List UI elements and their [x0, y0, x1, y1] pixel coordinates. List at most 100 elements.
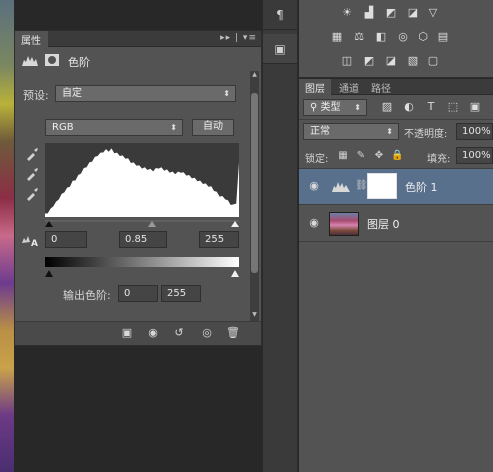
auto-button[interactable]: 自动 [192, 119, 234, 136]
layer-name[interactable]: 图层 0 [367, 216, 400, 232]
dock-group-tools: ▣ [263, 34, 297, 64]
black-point-eyedropper-icon[interactable] [25, 147, 39, 161]
tab-properties[interactable]: 属性 [15, 31, 48, 47]
selective-color-icon[interactable]: ▢ [425, 54, 441, 68]
threshold-icon[interactable]: ◪ [383, 54, 399, 68]
view-previous-state-icon[interactable]: ◉ [145, 326, 161, 340]
paragraph-icon[interactable]: ¶ [271, 6, 289, 24]
fill-field[interactable]: 100% [456, 147, 493, 164]
white-point-eyedropper-icon[interactable] [25, 187, 39, 201]
layer-row-background[interactable]: ◉ 图层 0 [299, 206, 493, 242]
panel-dock: ¶ ▣ [262, 0, 298, 472]
adjustment-title: 色阶 [68, 56, 90, 69]
levels-adjustment-icon[interactable] [21, 53, 39, 67]
lock-image-pixels-icon[interactable]: ✎ [355, 150, 367, 162]
exposure-icon[interactable]: ◪ [405, 6, 421, 20]
layer-row-levels[interactable]: ◉ ⛓ 色阶 1 [299, 169, 493, 205]
photo-filter-icon[interactable]: ◎ [395, 30, 411, 44]
invert-icon[interactable]: ◫ [339, 54, 355, 68]
lock-all-icon[interactable]: 🔒 [391, 150, 403, 162]
layer-mask-icon[interactable] [43, 53, 61, 67]
black-white-icon[interactable]: ◧ [373, 30, 389, 44]
reset-adjustment-icon[interactable]: ↺ [171, 326, 187, 340]
input-levels-slider[interactable] [45, 217, 239, 227]
input-black-field[interactable]: 0 [45, 231, 87, 248]
input-gamma-handle[interactable] [148, 221, 156, 227]
layer-kind-filter[interactable]: ⚲ 类型 ⬍ [303, 99, 367, 116]
output-black-handle[interactable] [45, 270, 53, 277]
properties-panel: 属性 ▸▸ | ▾≡ 色阶 预设: 自定 ⬍ RGB ⬍ 自动 A 0 0.85… [14, 30, 262, 346]
search-icon: ⚲ [310, 102, 321, 113]
blend-mode-value: 正常 [310, 126, 330, 137]
mask-link-icon[interactable]: ⛓ [355, 180, 368, 191]
brightness-contrast-icon[interactable]: ☀ [339, 6, 355, 20]
toggle-visibility-icon[interactable]: ◎ [199, 326, 215, 340]
scroll-up-arrow-icon[interactable]: ▲ [251, 71, 258, 79]
vibrance-icon[interactable]: ▽ [425, 6, 441, 20]
layer-thumbnail-image[interactable] [329, 212, 359, 236]
filter-smart-object-icon[interactable]: ▣ [467, 100, 483, 114]
gray-point-eyedropper-icon[interactable] [25, 167, 39, 181]
preset-label: 预设: [23, 89, 49, 102]
preset-dropdown[interactable]: 自定 ⬍ [55, 85, 236, 102]
fill-label: 填充: [427, 154, 451, 165]
clip-to-layer-icon[interactable]: ▣ [119, 326, 135, 340]
levels-adjustment-icon [331, 179, 351, 193]
kind-filter-value: 类型 [320, 102, 341, 113]
input-black-handle[interactable] [45, 221, 53, 227]
properties-bottom-toolbar: ▣ ◉ ↺ ◎ 🗑 [15, 321, 261, 345]
panel-menu-controls[interactable]: ▸▸ | ▾≡ [220, 33, 257, 43]
tab-paths[interactable]: 路径 [365, 79, 397, 95]
hue-saturation-icon[interactable]: ▦ [329, 30, 345, 44]
blend-mode-dropdown[interactable]: 正常 ⬍ [303, 123, 399, 140]
scrollbar-thumb[interactable] [251, 93, 258, 273]
lock-position-icon[interactable]: ✥ [373, 150, 385, 162]
output-levels-slider[interactable] [45, 267, 239, 277]
levels-icon[interactable]: ▟ [361, 6, 377, 20]
gradient-map-icon[interactable]: ▧ [405, 54, 421, 68]
input-white-handle[interactable] [231, 221, 239, 227]
properties-tabbar: 属性 ▸▸ | ▾≡ [15, 31, 261, 47]
clipping-levels-icon[interactable]: A [21, 233, 39, 249]
output-white-handle[interactable] [231, 270, 239, 277]
layer-name[interactable]: 色阶 1 [405, 179, 438, 195]
lock-transparent-pixels-icon[interactable]: ▦ [337, 150, 349, 162]
channel-mixer-icon[interactable]: ⬡ [415, 30, 431, 44]
dropdown-arrows-icon: ⬍ [386, 127, 393, 136]
properties-scrollbar[interactable]: ▲ ▼ [250, 71, 259, 321]
visibility-eye-icon[interactable]: ◉ [307, 180, 321, 192]
delete-adjustment-icon[interactable]: 🗑 [225, 326, 241, 340]
input-white-field[interactable]: 255 [199, 231, 239, 248]
posterize-icon[interactable]: ◩ [361, 54, 377, 68]
visibility-eye-icon[interactable]: ◉ [307, 217, 321, 229]
histogram-shape [45, 148, 239, 217]
filter-shape-icon[interactable]: ⬚ [445, 100, 461, 114]
dropdown-arrows-icon: ⬍ [223, 89, 230, 98]
layers-tabbar: 图层 通道 路径 [299, 79, 493, 95]
histogram-graph [45, 148, 239, 217]
color-lookup-icon[interactable]: ▤ [435, 30, 451, 44]
filter-adjustment-icon[interactable]: ◐ [401, 100, 417, 114]
dropdown-arrows-icon: ⬍ [170, 123, 177, 132]
filter-pixel-icon[interactable]: ▨ [379, 100, 395, 114]
color-balance-icon[interactable]: ⚖ [351, 30, 367, 44]
tab-channels[interactable]: 通道 [333, 79, 365, 95]
divider [299, 119, 493, 120]
svg-text:A: A [31, 239, 38, 247]
lock-label: 锁定: [305, 154, 329, 165]
channel-dropdown[interactable]: RGB ⬍ [45, 119, 183, 136]
opacity-field[interactable]: 100% [456, 123, 493, 140]
output-white-field[interactable]: 255 [161, 285, 201, 302]
tool-presets-icon[interactable]: ▣ [271, 40, 289, 58]
filter-type-icon[interactable]: T [423, 100, 439, 114]
channel-value: RGB [52, 122, 74, 133]
tab-layers[interactable]: 图层 [299, 79, 331, 95]
curves-icon[interactable]: ◩ [383, 6, 399, 20]
input-gamma-field[interactable]: 0.85 [119, 231, 167, 248]
opacity-label: 不透明度: [404, 129, 448, 140]
layer-mask-thumbnail[interactable] [367, 173, 397, 199]
dropdown-arrows-icon: ⬍ [354, 103, 361, 112]
output-black-field[interactable]: 0 [118, 285, 158, 302]
histogram [45, 143, 239, 217]
scroll-down-arrow-icon[interactable]: ▼ [251, 311, 258, 319]
